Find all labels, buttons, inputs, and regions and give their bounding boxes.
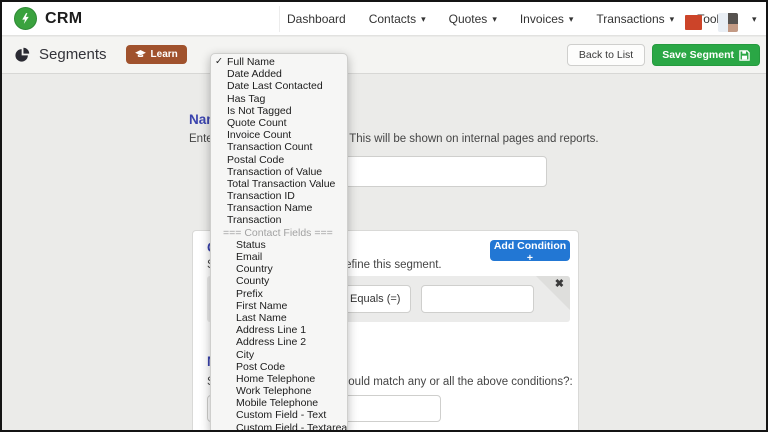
dropdown-item[interactable]: Transaction bbox=[211, 214, 347, 226]
page-toolbar: Segments Learn Back to List Save Segment bbox=[2, 37, 766, 74]
dropdown-item[interactable]: Quote Count bbox=[211, 117, 347, 129]
dropdown-item[interactable]: Postal Code bbox=[211, 154, 347, 166]
dropdown-separator: === Contact Fields === bbox=[223, 226, 333, 239]
dropdown-item[interactable]: First Name bbox=[211, 300, 347, 312]
dropdown-item[interactable]: Is Not Tagged bbox=[211, 105, 347, 117]
chevron-down-icon: ▾ bbox=[568, 13, 574, 24]
crm-logo-icon bbox=[14, 7, 37, 30]
dropdown-item[interactable]: Custom Field - Textarea bbox=[211, 422, 347, 430]
save-disk-icon bbox=[739, 49, 750, 61]
top-navbar: CRM Dashboard Contacts ▾ Quotes ▾ Invoices… bbox=[2, 2, 766, 36]
add-condition-button[interactable]: Add Condition + bbox=[490, 240, 570, 264]
dropdown-item[interactable]: Mobile Telephone bbox=[211, 397, 347, 409]
brand-name: CRM bbox=[45, 9, 83, 27]
nav-item-invoices[interactable]: Invoices ▾ bbox=[520, 12, 574, 26]
nav-item-contacts[interactable]: Contacts ▾ bbox=[369, 12, 426, 26]
toolbar-right: Back to List Save Segment bbox=[566, 44, 760, 66]
dropdown-item[interactable]: Date Last Contacted bbox=[211, 80, 347, 92]
dropdown-item[interactable]: Prefix bbox=[211, 288, 347, 300]
dropdown-item[interactable]: Transaction ID bbox=[211, 190, 347, 202]
avatar-fragment bbox=[728, 13, 738, 24]
chevron-down-icon: ▾ bbox=[421, 13, 426, 24]
checkmark-icon: ✓ bbox=[215, 56, 223, 67]
avatar-fragment bbox=[728, 23, 738, 32]
dropdown-item[interactable]: Invoice Count bbox=[211, 129, 347, 141]
dropdown-item[interactable]: Last Name bbox=[211, 312, 347, 324]
chevron-down-icon: ▾ bbox=[492, 13, 497, 24]
dropdown-item-selected[interactable]: ✓ Full Name bbox=[211, 56, 347, 68]
remove-condition-icon[interactable]: ✖ bbox=[555, 279, 564, 290]
graduation-cap-icon bbox=[134, 50, 146, 59]
dropdown-item[interactable]: Date Added bbox=[211, 68, 347, 80]
nav-item-transactions[interactable]: Transactions ▾ bbox=[596, 12, 674, 26]
bottom-strip bbox=[0, 432, 768, 437]
dropdown-item[interactable]: Address Line 2 bbox=[211, 336, 347, 348]
chevron-down-icon: ▾ bbox=[669, 13, 675, 24]
dropdown-item[interactable]: Address Line 1 bbox=[211, 324, 347, 336]
dropdown-item[interactable]: Has Tag bbox=[211, 93, 347, 105]
app-window: CRM Dashboard Contacts ▾ Quotes ▾ Invoices… bbox=[0, 0, 768, 432]
dropdown-item[interactable]: Transaction of Value bbox=[211, 166, 347, 178]
nav-item-quotes[interactable]: Quotes ▾ bbox=[449, 12, 497, 26]
dropdown-item[interactable]: Country bbox=[211, 263, 347, 275]
condition-corner-fold bbox=[536, 276, 570, 310]
dropdown-item[interactable]: Transaction Name bbox=[211, 202, 347, 214]
navbar-divider bbox=[279, 6, 280, 32]
dropdown-item[interactable]: County bbox=[211, 275, 347, 287]
dropdown-items: Date Added Date Last Contacted Has Tag Is N… bbox=[211, 68, 347, 226]
dropdown-contact-items: Status Email Country County Prefix First Name… bbox=[211, 239, 347, 430]
condition-value-input[interactable] bbox=[421, 285, 534, 313]
brand[interactable]: CRM bbox=[14, 7, 82, 30]
dropdown-item[interactable]: Email bbox=[211, 251, 347, 263]
dropdown-item[interactable]: Total Transaction Value bbox=[211, 178, 347, 190]
dropdown-item[interactable]: Custom Field - Text bbox=[211, 409, 347, 421]
dropdown-item[interactable]: City bbox=[211, 349, 347, 361]
toolbar-left: Segments Learn bbox=[14, 45, 187, 64]
dropdown-item[interactable]: Post Code bbox=[211, 361, 347, 373]
main-content: Name Enter a name for this segment. This… bbox=[2, 74, 766, 430]
dropdown-item[interactable]: Home Telephone bbox=[211, 373, 347, 385]
save-segment-button[interactable]: Save Segment bbox=[652, 44, 760, 66]
learn-button[interactable]: Learn bbox=[125, 45, 187, 64]
nav-menu: Dashboard Contacts ▾ Quotes ▾ Invoices ▾ Tr… bbox=[287, 2, 735, 36]
condition-operator-select[interactable]: Equals (=) bbox=[343, 285, 411, 313]
user-avatar[interactable] bbox=[718, 13, 738, 32]
nav-item-dashboard[interactable]: Dashboard bbox=[287, 12, 346, 26]
user-menu-caret-icon[interactable]: ▾ bbox=[752, 14, 757, 25]
page-title: Segments bbox=[39, 46, 107, 63]
field-dropdown-menu: ✓ Full Name Date Added Date Last Contacte… bbox=[210, 53, 348, 430]
dropdown-item[interactable]: Transaction Count bbox=[211, 141, 347, 153]
back-to-list-button[interactable]: Back to List bbox=[566, 44, 646, 66]
dropdown-item[interactable]: Status bbox=[211, 239, 347, 251]
red-swatch-icon[interactable] bbox=[685, 15, 702, 30]
dropdown-item[interactable]: Work Telephone bbox=[211, 385, 347, 397]
segments-pie-icon bbox=[14, 47, 30, 63]
